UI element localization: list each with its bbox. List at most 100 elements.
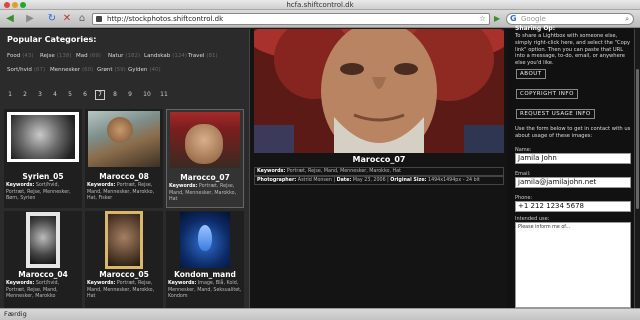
search-icon[interactable]: ⌕ (625, 14, 629, 24)
page-link[interactable]: 10 (141, 90, 153, 100)
category-link[interactable]: Grønt (59) (97, 67, 126, 73)
thumbnail-image[interactable] (4, 109, 82, 171)
detail-title: Marocco_07 (352, 155, 406, 164)
category-label: Grønt (97, 67, 113, 73)
thumbnail-image[interactable] (85, 109, 163, 171)
reload-icon[interactable]: ↻ (46, 13, 58, 25)
thumbnail-card-selected[interactable]: Marocco_07 Keywords: Portræt, Rejse, Man… (166, 109, 244, 208)
category-link[interactable]: Landskab (124) (144, 53, 187, 59)
category-count: (124) (172, 53, 188, 59)
category-label: Sort/hvid (7, 67, 32, 73)
scrollbar-thumb[interactable] (636, 69, 639, 209)
phone-field[interactable]: +1 212 1234 5678 (515, 201, 631, 212)
date-label: Date: (336, 178, 352, 183)
name-field[interactable]: Jamila John (515, 153, 631, 164)
thumbnail-card[interactable]: Marocco_04 Keywords: Sort/hvid, Portræt,… (4, 211, 82, 308)
keywords-label: Keywords: (87, 183, 116, 188)
thumbnail-keywords: Keywords: Portræt, Rejse, Mand, Menneske… (169, 184, 241, 204)
thumbnail-card[interactable]: Marocco_08 Keywords: Portræt, Rejse, Man… (85, 109, 163, 208)
category-link[interactable]: Food (43) (7, 53, 34, 59)
categories-panel: Popular Categories: Food (43) Rejse (138) … (0, 29, 249, 308)
go-icon[interactable]: ▶ (494, 14, 500, 23)
thumbnail-title[interactable]: Kondom_mand (166, 270, 244, 279)
thumbnail-image[interactable] (166, 211, 244, 273)
page-link[interactable]: 2 (20, 90, 30, 100)
category-label: Food (7, 53, 21, 59)
page-link[interactable]: 11 (158, 90, 170, 100)
forward-icon[interactable]: ▶ (24, 13, 36, 25)
category-link[interactable]: Mad (69) (76, 53, 101, 59)
url-input[interactable]: http://stockphotos.shiftcontrol.dk ☆ (92, 13, 490, 25)
page-link[interactable]: 9 (125, 90, 135, 100)
keywords-label: Keywords: (6, 281, 35, 286)
size-value: 1494x1494px - 24 bit (428, 178, 480, 183)
category-link[interactable]: Sort/hvid (67) (7, 67, 45, 73)
url-text: http://stockphotos.shiftcontrol.dk (107, 15, 224, 23)
category-label: Natur (108, 53, 124, 59)
thumbnail-keywords: Keywords: Image, Blå, Kold, Mennesker, M… (168, 281, 242, 301)
thumbnail-card[interactable]: Kondom_mand Keywords: Image, Blå, Kold, … (166, 211, 244, 308)
page-link[interactable]: 6 (80, 90, 90, 100)
status-text: Færdig (4, 310, 27, 318)
category-link[interactable]: Travel (81) (188, 53, 218, 59)
copyright-info-button[interactable]: COPYRIGHT INFO (516, 89, 578, 99)
category-count: (182) (125, 53, 141, 59)
usage-textarea[interactable]: Please inform me of... (515, 222, 631, 308)
category-count: (67) (33, 67, 46, 73)
category-link[interactable]: Mennesker (60) (50, 67, 93, 73)
category-count: (43) (22, 53, 34, 59)
thumbnail-title[interactable]: Syrien_05 (4, 172, 82, 181)
search-input[interactable]: G Google ⌕ (506, 13, 634, 25)
category-link[interactable]: Natur (182) (108, 53, 140, 59)
window-titlebar: hcfa.shiftcontrol.dk (0, 0, 640, 10)
thumbnail-card[interactable]: Syrien_05 Keywords: Sort/hvid, Portræt, … (4, 109, 82, 208)
category-label: Landskab (144, 53, 171, 59)
keywords-label: Keywords: (169, 184, 198, 189)
thumbnail-title[interactable]: Marocco_07 (167, 173, 243, 182)
detail-photo[interactable] (254, 29, 504, 153)
detail-keywords: Portræt, Rejse, Mand, Mennesker, Marokko… (286, 169, 401, 174)
stop-icon[interactable]: ✕ (61, 13, 73, 25)
page-link[interactable]: 5 (65, 90, 75, 100)
page-link[interactable]: 8 (110, 90, 120, 100)
search-placeholder: Google (521, 15, 546, 23)
email-field[interactable]: jamila@jamilajohn.net (515, 177, 631, 188)
sharing-intro: To share a Lightbox with someone else, s… (515, 33, 631, 67)
back-icon[interactable]: ◀ (4, 13, 16, 25)
page-link-current[interactable]: 7 (95, 90, 105, 100)
keywords-label: Keywords: (6, 183, 35, 188)
page-scrollbar[interactable] (634, 29, 640, 308)
page-link[interactable]: 4 (50, 90, 60, 100)
bookmark-star-icon[interactable]: ☆ (479, 14, 486, 24)
thumbnail-image[interactable] (167, 110, 243, 172)
category-label: Travel (188, 53, 205, 59)
category-link[interactable]: Gylden (40) (128, 67, 161, 73)
thumbnail-title[interactable]: Marocco_04 (4, 270, 82, 279)
thumbnail-image[interactable] (85, 211, 163, 273)
thumbnail-keywords: Keywords: Sort/hvid, Portræt, Rejse, Man… (6, 281, 80, 301)
thumbnail-keywords: Keywords: Portræt, Rejse, Mand, Menneske… (87, 183, 161, 203)
thumbnail-title[interactable]: Marocco_05 (85, 270, 163, 279)
category-link[interactable]: Rejse (138) (40, 53, 72, 59)
status-bar: Færdig (0, 308, 640, 320)
page-link[interactable]: 1 (5, 90, 15, 100)
category-count: (69) (89, 53, 101, 59)
categories-heading: Popular Categories: (7, 35, 97, 44)
category-count: (60) (81, 67, 94, 73)
detail-meta-row: Photographer: Astrid Monsen | Date: May … (254, 176, 504, 185)
google-icon: G (510, 14, 517, 23)
page-link[interactable]: 3 (35, 90, 45, 100)
home-icon[interactable]: ⌂ (76, 13, 88, 25)
about-button[interactable]: ABOUT (516, 69, 546, 79)
category-count: (40) (149, 67, 161, 73)
form-intro: Use the form below to get in contact wit… (515, 126, 631, 139)
thumbnail-title[interactable]: Marocco_08 (85, 172, 163, 181)
thumbnail-image[interactable] (4, 211, 82, 273)
thumbnail-card[interactable]: Marocco_05 Keywords: Portræt, Rejse, Man… (85, 211, 163, 308)
category-count: (138) (56, 53, 72, 59)
request-usage-info-button[interactable]: REQUEST USAGE INFO (516, 109, 595, 119)
photographer-name: Astrid Monsen (297, 178, 332, 183)
detail-keywords-label: Keywords: (257, 169, 286, 174)
size-label: Original Size: (390, 178, 427, 183)
sidebar: Sharing Op: To share a Lightbox with som… (507, 25, 634, 308)
